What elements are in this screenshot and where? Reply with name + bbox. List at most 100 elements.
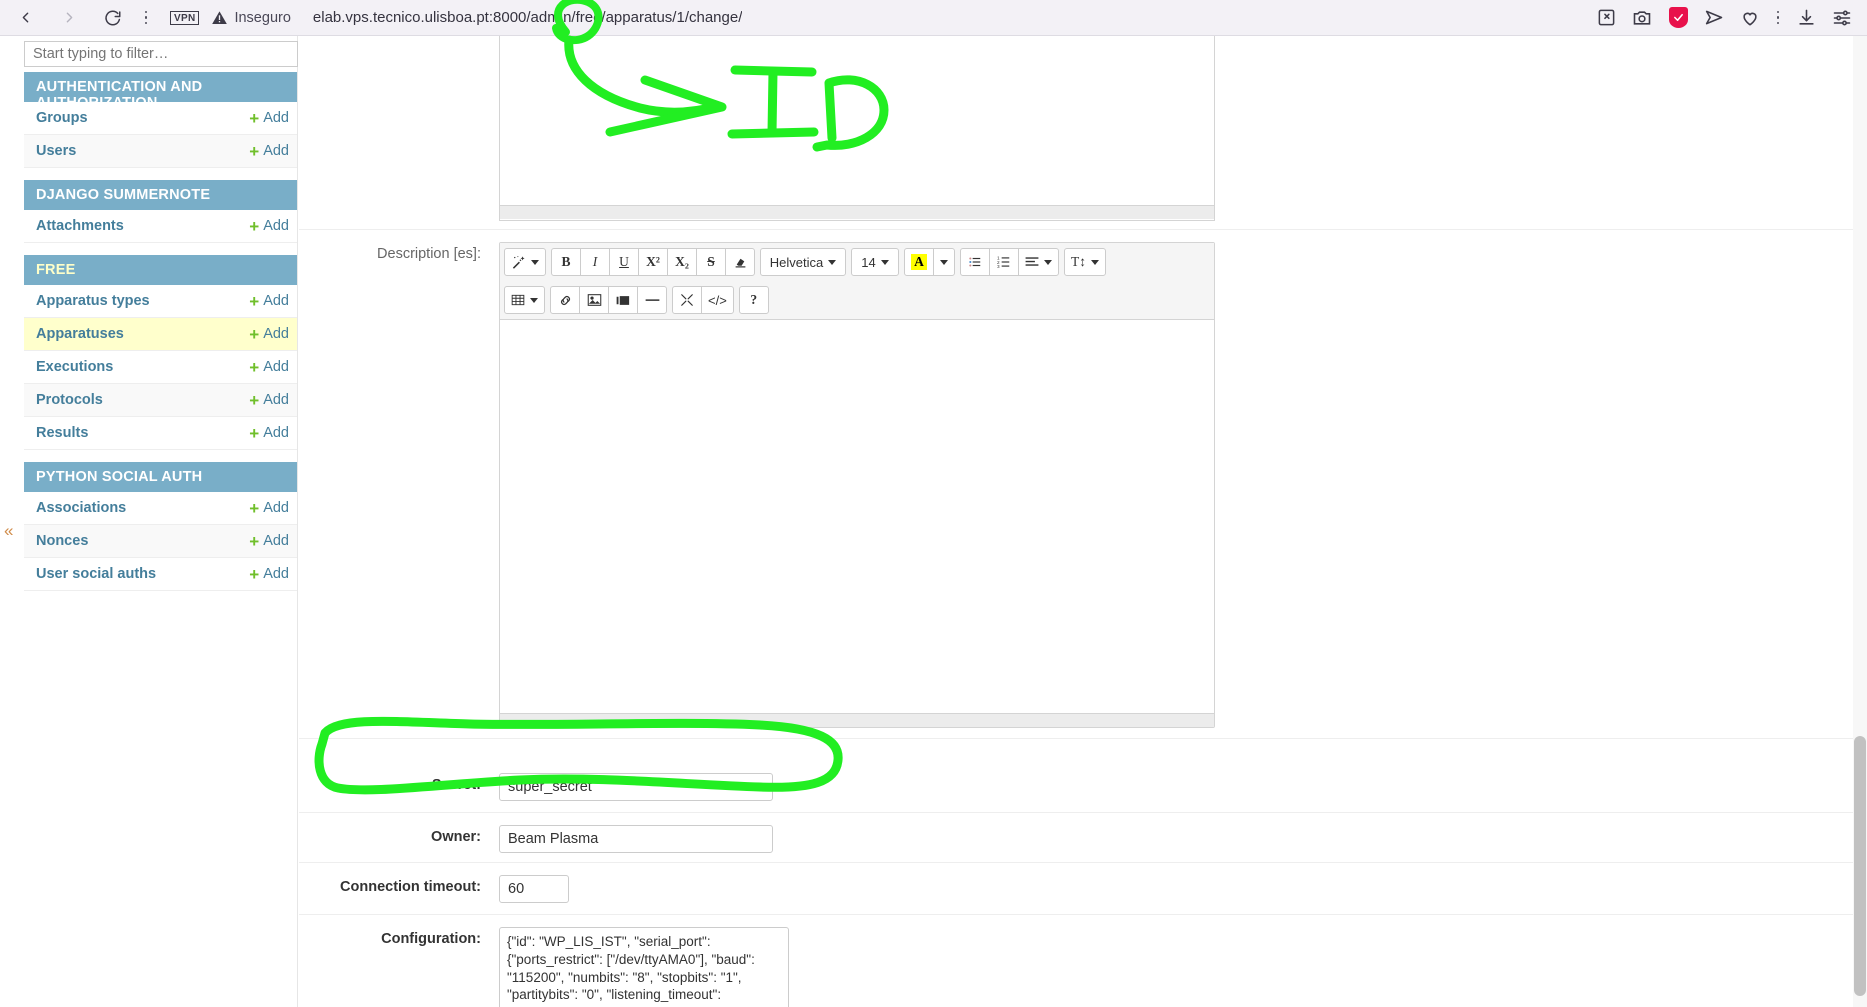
add-label: Add	[263, 533, 289, 549]
add-label: Add	[263, 425, 289, 441]
sidebar-model-row[interactable]: User social auths + Add	[24, 558, 297, 591]
sidebar-item-associations[interactable]: Associations	[36, 500, 126, 516]
fullscreen-expand-icon[interactable]	[672, 286, 702, 314]
strikethrough-button[interactable]: S	[696, 248, 726, 276]
table-icon[interactable]	[504, 286, 545, 314]
italic-button[interactable]: I	[580, 248, 610, 276]
numbered-list-icon[interactable]: 123	[989, 248, 1019, 276]
insert-image-icon[interactable]	[579, 286, 609, 314]
vertical-dots-icon[interactable]	[1775, 4, 1781, 32]
warning-triangle-icon	[212, 10, 228, 24]
sidebar-model-row[interactable]: Users + Add	[24, 135, 297, 168]
sidebar-model-row[interactable]: Executions + Add	[24, 351, 297, 384]
page-vertical-scrollbar[interactable]	[1853, 36, 1867, 1007]
editor-resize-bar[interactable]	[500, 205, 1214, 219]
kebab-menu-icon[interactable]	[136, 4, 156, 32]
configuration-textarea[interactable]: {"id": "WP_LIS_IST", "serial_port": {"po…	[499, 927, 789, 1007]
sidebar-model-row[interactable]: Attachments + Add	[24, 210, 297, 243]
browser-toolbar: VPN Inseguro elab.vps.tecnico.ulisboa.pt…	[0, 0, 1867, 36]
description-en-editable[interactable]	[500, 36, 1214, 205]
sidebar-add-link[interactable]: + Add	[249, 326, 289, 343]
shield-check-icon[interactable]	[1667, 7, 1689, 29]
sidebar-item-nonces[interactable]: Nonces	[36, 533, 88, 549]
sidebar-model-row[interactable]: Nonces + Add	[24, 525, 297, 558]
sidebar-add-link[interactable]: + Add	[249, 293, 289, 310]
sidebar-add-link[interactable]: + Add	[249, 359, 289, 376]
editor-resize-bar[interactable]	[500, 713, 1214, 727]
security-label: Inseguro	[234, 9, 291, 26]
sidebar-item-executions[interactable]: Executions	[36, 359, 113, 375]
sidebar-item-apparatus-types[interactable]: Apparatus types	[36, 293, 150, 309]
sidebar-add-link[interactable]: + Add	[249, 218, 289, 235]
sidebar-item-results[interactable]: Results	[36, 425, 88, 441]
sidebar-add-link[interactable]: + Add	[249, 143, 289, 160]
back-arrow-icon[interactable]	[10, 3, 40, 33]
owner-input[interactable]	[499, 825, 773, 853]
add-label: Add	[263, 110, 289, 126]
add-label: Add	[263, 392, 289, 408]
download-icon[interactable]	[1795, 7, 1817, 29]
url-bar[interactable]: elab.vps.tecnico.ulisboa.pt:8000/admin/f…	[313, 9, 742, 26]
reload-icon[interactable]	[98, 3, 128, 33]
connection-timeout-input[interactable]	[499, 875, 569, 903]
sidebar-model-row[interactable]: Results + Add	[24, 417, 297, 450]
summernote-editor[interactable]: B I U X² X₂ S Helvetica 14 A 1 2 3 T↕ </…	[499, 242, 1215, 728]
heart-favorite-icon[interactable]	[1739, 7, 1761, 29]
sidebar-item-apparatuses[interactable]: Apparatuses	[36, 326, 124, 342]
sidebar-app-block: FREE Apparatus types + Add Apparatuses + Add Ex…	[24, 255, 297, 450]
plus-icon: +	[249, 291, 260, 311]
secret-input[interactable]	[499, 773, 773, 801]
fontname-dropdown[interactable]: Helvetica	[760, 248, 846, 276]
security-indicator[interactable]: Inseguro	[211, 9, 291, 26]
sidebar-item-attachments[interactable]: Attachments	[36, 218, 124, 234]
line-height-dropdown[interactable]: T↕	[1064, 248, 1106, 276]
sidebar-add-link[interactable]: + Add	[249, 500, 289, 517]
link-chain-icon[interactable]	[550, 286, 580, 314]
description-en-editor-partial[interactable]	[499, 36, 1215, 221]
screenshot-camera-icon[interactable]	[1631, 7, 1653, 29]
superscript-button[interactable]: X²	[638, 248, 668, 276]
svg-text:3: 3	[997, 264, 1000, 269]
font-color-dropdown[interactable]	[933, 248, 955, 276]
double-chevron-left-icon[interactable]: «	[4, 522, 14, 539]
bullet-list-icon[interactable]	[960, 248, 990, 276]
sidebar-filter-input[interactable]	[24, 41, 298, 67]
view-group: </>	[672, 286, 734, 314]
magic-wand-style-icon[interactable]	[504, 248, 546, 276]
sidebar-add-link[interactable]: + Add	[249, 392, 289, 409]
admin-sidebar: AUTHENTICATION AND AUTHORIZATIONGroups+A…	[24, 36, 298, 1007]
line-height-glyph: T↕	[1071, 254, 1086, 269]
sidebar-item-users[interactable]: Users	[36, 143, 76, 159]
settings-sliders-icon[interactable]	[1831, 7, 1853, 29]
help-button[interactable]: ?	[738, 286, 769, 314]
sidebar-model-row[interactable]: Associations + Add	[24, 492, 297, 525]
fontsize-dropdown[interactable]: 14	[851, 248, 899, 276]
sidebar-add-link[interactable]: + Add	[249, 533, 289, 550]
bold-button[interactable]: B	[551, 248, 581, 276]
sidebar-add-link[interactable]: + Add	[249, 425, 289, 442]
description-es-editable[interactable]	[500, 320, 1214, 713]
eraser-clear-format-icon[interactable]	[725, 248, 755, 276]
sidebar-model-row[interactable]: Apparatus types + Add	[24, 285, 297, 318]
insert-video-icon[interactable]	[608, 286, 638, 314]
horizontal-rule-icon[interactable]	[637, 286, 667, 314]
sidebar-add-link[interactable]: + Add	[249, 566, 289, 583]
send-paper-plane-icon[interactable]	[1703, 7, 1725, 29]
scrollbar-thumb[interactable]	[1854, 736, 1866, 996]
paragraph-align-icon[interactable]	[1018, 248, 1059, 276]
forward-arrow-icon[interactable]	[54, 3, 84, 33]
sidebar-item-protocols[interactable]: Protocols	[36, 392, 103, 408]
pin-tab-icon[interactable]	[1595, 7, 1617, 29]
subscript-button[interactable]: X₂	[667, 248, 697, 276]
sidebar-item-groups[interactable]: Groups	[36, 110, 88, 126]
sidebar-model-row[interactable]: Protocols + Add	[24, 384, 297, 417]
summernote-toolbar: B I U X² X₂ S Helvetica 14 A 1 2 3 T↕ </…	[500, 243, 1214, 320]
underline-button[interactable]: U	[609, 248, 639, 276]
sidebar-item-user-social-auths[interactable]: User social auths	[36, 566, 156, 582]
codeview-button[interactable]: </>	[701, 286, 734, 314]
sidebar-model-row[interactable]: Apparatuses + Add	[24, 318, 297, 351]
sidebar-add-link[interactable]: + Add	[249, 110, 289, 127]
owner-label: Owner:	[431, 829, 481, 845]
add-label: Add	[263, 326, 289, 342]
font-color-button[interactable]: A	[904, 248, 934, 276]
